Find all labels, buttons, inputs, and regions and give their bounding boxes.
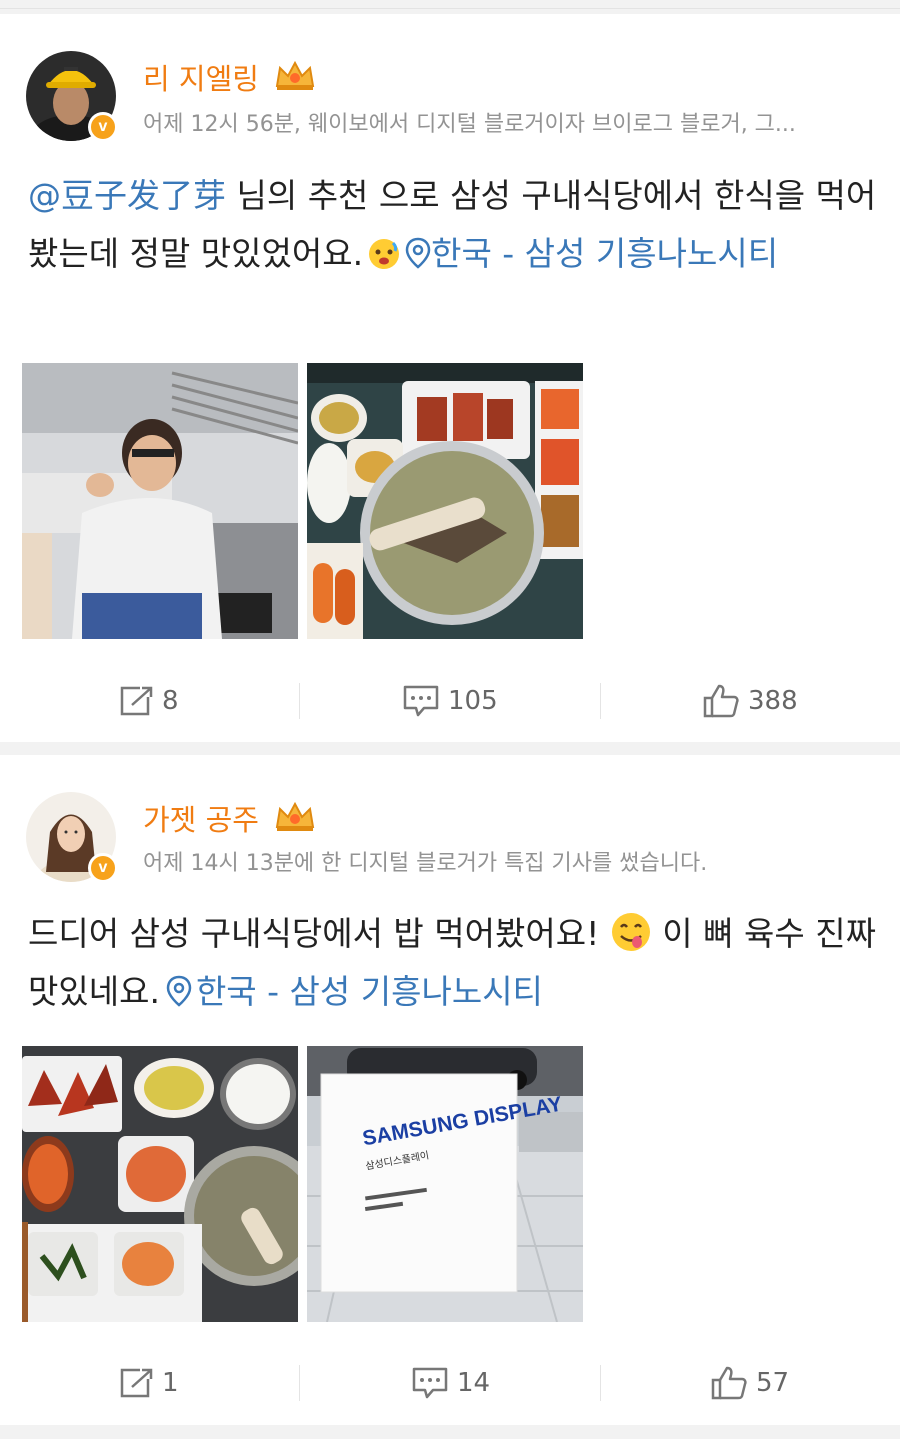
- comment-count: 14: [457, 1368, 491, 1398]
- location-link[interactable]: 한국 - 삼성 기흥나노시티: [405, 234, 778, 273]
- divider: [299, 683, 300, 719]
- location-pin-icon: [405, 237, 431, 269]
- yum-face-emoji: [611, 913, 650, 951]
- post-meta: 어제 14시 13분에 한 디지털 블로거가 특집 기사를 썼습니다.: [143, 851, 708, 876]
- post-photo[interactable]: [307, 363, 583, 639]
- crown-icon: [275, 60, 315, 90]
- comment-icon: [403, 685, 439, 717]
- mention-link[interactable]: @豆子发了芽: [28, 176, 226, 215]
- post-photo[interactable]: [22, 363, 298, 639]
- repost-button[interactable]: 8: [118, 671, 179, 731]
- like-count: 57: [756, 1368, 790, 1398]
- hot-face-emoji: [369, 239, 400, 269]
- comment-icon: [412, 1367, 448, 1399]
- divider: [299, 1365, 300, 1401]
- repost-count: 8: [162, 686, 179, 716]
- post-text-body: 드디어 삼성 구내식당에서 밥 먹어봤어요!: [28, 914, 600, 953]
- location-link[interactable]: 한국 - 삼성 기흥나노시티: [160, 972, 543, 1011]
- comment-button[interactable]: 14: [411, 1353, 490, 1413]
- divider: [0, 8, 900, 9]
- comment-count: 105: [448, 686, 498, 716]
- repost-button[interactable]: 1: [118, 1353, 179, 1413]
- comment-button[interactable]: 105: [402, 671, 498, 731]
- location-pin-icon: [166, 975, 192, 1007]
- action-bar: 1 14 57: [0, 1353, 900, 1413]
- post-text: 드디어 삼성 구내식당에서 밥 먹어봤어요! 이 뼈 육수 진짜 맛있네요. 한…: [28, 905, 878, 1021]
- like-button[interactable]: 57: [710, 1353, 789, 1413]
- action-bar: 8 105 388: [0, 671, 900, 731]
- divider: [600, 683, 601, 719]
- author-name[interactable]: 리 지엘링: [143, 56, 259, 98]
- post-text: @豆子发了芽 님의 추천 으로 삼성 구내식당에서 한식을 먹어봤는데 정말 맛…: [28, 167, 878, 283]
- repost-count: 1: [162, 1368, 179, 1398]
- repost-icon: [120, 1368, 153, 1398]
- verified-badge-icon: v: [88, 853, 118, 883]
- author-name[interactable]: 가젯 공주: [143, 797, 259, 839]
- like-icon: [703, 684, 739, 718]
- post-photo[interactable]: [22, 1046, 298, 1322]
- post-card: v 가젯 공주 어제 14시 13분에 한 디지털 블로거가 특집 기사를 썼습…: [0, 755, 900, 1425]
- like-count: 388: [748, 686, 798, 716]
- repost-icon: [120, 686, 153, 716]
- top-gap: [0, 0, 900, 8]
- like-icon: [711, 1366, 747, 1400]
- location-label: 한국 - 삼성 기흥나노시티: [195, 972, 543, 1011]
- crown-icon: [275, 801, 315, 831]
- location-label: 한국 - 삼성 기흥나노시티: [431, 234, 779, 273]
- divider: [600, 1365, 601, 1401]
- verified-badge-icon: v: [88, 112, 118, 142]
- post-meta: 어제 12시 56분, 웨이보에서 디지털 블로거이자 브이로그 블로거, 그.…: [143, 112, 796, 137]
- like-button[interactable]: 388: [702, 671, 798, 731]
- post-photo[interactable]: SAMSUNG DISPLAY 삼성디스플레이: [307, 1046, 583, 1322]
- post-card: v 리 지엘링 어제 12시 56분, 웨이보에서 디지털 블로거이자 브이로그…: [0, 14, 900, 742]
